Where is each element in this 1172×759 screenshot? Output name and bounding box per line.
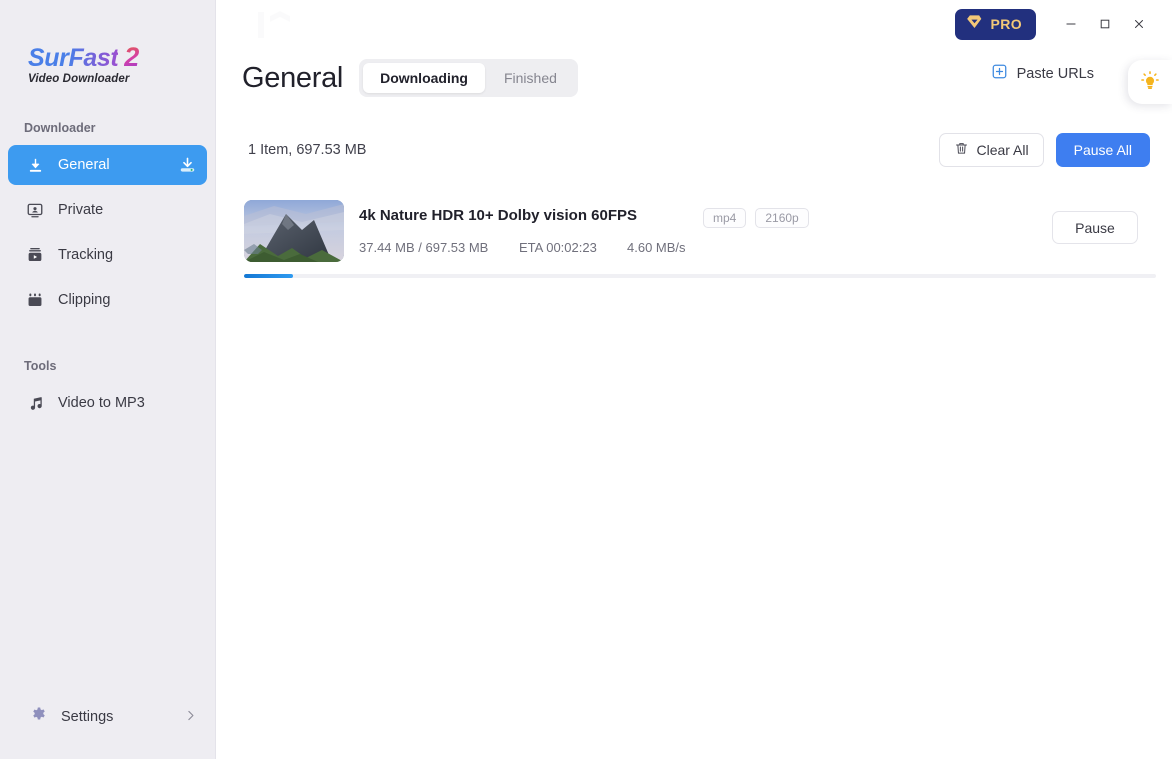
download-item-meta: 37.44 MB / 697.53 MB ETA 00:02:23 4.60 M…	[359, 240, 686, 255]
app-window: SurFast 2 Video Downloader Downloader Gen…	[0, 0, 1172, 759]
sidebar: SurFast 2 Video Downloader Downloader Gen…	[0, 0, 216, 759]
pause-item-button[interactable]: Pause	[1052, 211, 1138, 244]
tab-finished[interactable]: Finished	[487, 63, 574, 93]
gear-icon	[30, 706, 48, 729]
minimize-icon[interactable]	[1054, 7, 1088, 41]
lightbulb-icon	[1139, 69, 1161, 96]
download-item-badges: mp4 2160p	[703, 208, 809, 228]
pro-upgrade-button[interactable]: PRO	[955, 8, 1036, 40]
page-title: General	[242, 61, 344, 94]
sidebar-item-label-general: General	[58, 157, 110, 173]
sidebar-item-video-to-mp3[interactable]: Video to MP3	[8, 383, 207, 423]
tips-button[interactable]	[1128, 60, 1172, 104]
downloaded-size-label: 37.44 MB / 697.53 MB	[359, 240, 489, 255]
list-toolbar: 1 Item, 697.53 MB Clear All Pause All	[248, 132, 1150, 168]
download-progress-bar	[244, 274, 1156, 278]
clear-all-button[interactable]: Clear All	[939, 133, 1044, 167]
tab-downloading[interactable]: Downloading	[363, 63, 485, 93]
brand-fast: Fast	[68, 44, 119, 72]
close-icon[interactable]	[1122, 7, 1156, 41]
download-badge-icon	[178, 156, 197, 175]
sidebar-section-downloader: Downloader	[24, 121, 96, 135]
download-progress-fill	[244, 274, 294, 278]
sidebar-item-label-tracking: Tracking	[58, 247, 114, 263]
sidebar-section-tools: Tools	[24, 359, 57, 373]
clear-all-label: Clear All	[976, 142, 1029, 158]
toolbar-actions: Clear All Pause All	[939, 133, 1150, 167]
sidebar-item-label-private: Private	[58, 202, 104, 218]
paste-urls-label: Paste URLs	[1016, 66, 1094, 82]
speed-label: 4.60 MB/s	[627, 240, 686, 255]
clipboard-icon	[24, 291, 46, 309]
diamond-shield-icon	[966, 14, 983, 34]
maximize-icon[interactable]	[1088, 7, 1122, 41]
sidebar-item-clipping[interactable]: Clipping	[8, 280, 207, 320]
chevron-right-icon	[184, 709, 197, 725]
main-content: PRO General Downloading Finished Paste U…	[216, 0, 1172, 759]
badge-resolution: 2160p	[755, 208, 809, 228]
sidebar-item-label-video-to-mp3: Video to MP3	[58, 395, 145, 411]
tab-switcher: Downloading Finished	[359, 59, 578, 97]
window-titlebar: PRO	[216, 0, 1172, 48]
app-logo: SurFast 2 Video Downloader	[0, 0, 215, 86]
paste-urls-button[interactable]: Paste URLs	[991, 63, 1094, 85]
brand-sur: Sur	[28, 44, 69, 72]
sidebar-item-general[interactable]: General	[8, 145, 207, 185]
person-card-icon	[24, 201, 46, 219]
sidebar-item-label-clipping: Clipping	[58, 292, 111, 308]
plus-square-icon	[991, 63, 1008, 85]
trash-icon	[954, 141, 969, 159]
badge-format: mp4	[703, 208, 747, 228]
download-item-title: 4k Nature HDR 10+ Dolby vision 60FPS	[359, 207, 638, 224]
sidebar-item-settings[interactable]: Settings	[0, 691, 215, 743]
sidebar-item-label-settings: Settings	[61, 709, 114, 725]
brand-wordmark: SurFast 2	[28, 44, 215, 71]
music-note-icon	[24, 395, 46, 412]
sidebar-item-private[interactable]: Private	[8, 190, 207, 230]
pause-all-button[interactable]: Pause All	[1055, 133, 1150, 167]
sidebar-item-tracking[interactable]: Tracking	[8, 235, 207, 275]
brand-tagline: Video Downloader	[28, 73, 130, 85]
video-monitor-icon	[24, 246, 46, 264]
download-icon	[24, 157, 46, 174]
mountain-landscape-thumbnail[interactable]	[244, 200, 344, 262]
eta-label: ETA 00:02:23	[519, 240, 597, 255]
download-list-item: 4k Nature HDR 10+ Dolby vision 60FPS mp4…	[244, 196, 1156, 282]
brand-number: 2	[124, 42, 139, 72]
pro-label: PRO	[990, 16, 1022, 32]
item-count-label: 1 Item, 697.53 MB	[248, 142, 367, 158]
